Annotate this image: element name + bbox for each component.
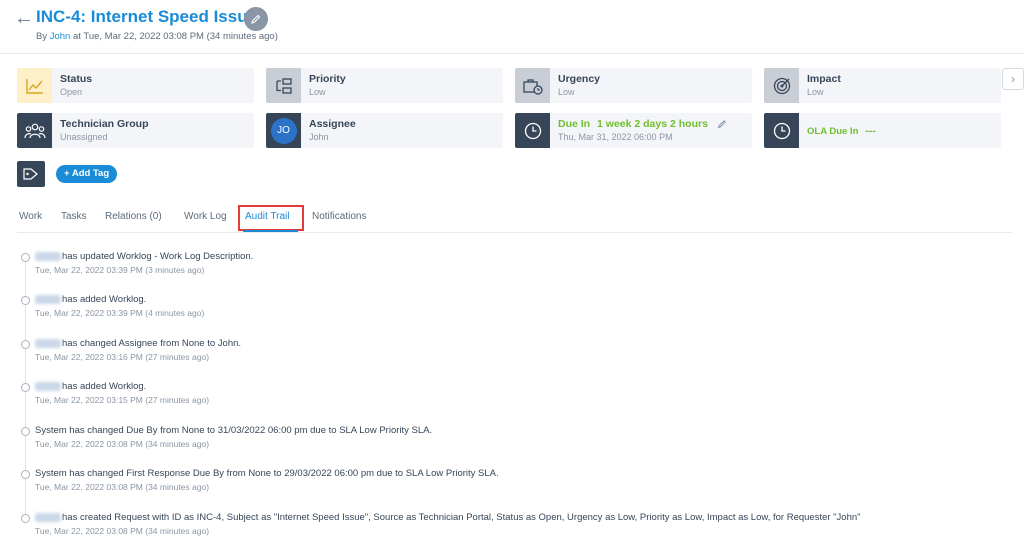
- impact-value: Low: [807, 87, 824, 97]
- due-card[interactable]: Due In 1 week 2 days 2 hours Thu, Mar 31…: [515, 113, 752, 148]
- add-tag-button[interactable]: + Add Tag: [56, 165, 118, 183]
- priority-card[interactable]: Priority Low: [266, 68, 503, 103]
- active-tab-underline: [243, 230, 298, 232]
- clock-icon: [764, 113, 799, 148]
- urgency-label: Urgency: [558, 73, 601, 85]
- audit-text: has added Worklog.: [62, 381, 147, 392]
- urgency-value: Low: [558, 87, 575, 97]
- ola-value: ---: [865, 125, 876, 137]
- tag-icon[interactable]: [17, 161, 45, 187]
- priority-value: Low: [309, 87, 326, 97]
- audit-text: has created Request with ID as INC-4, Su…: [62, 512, 861, 523]
- ola-label: OLA Due In: [807, 126, 859, 137]
- ola-card[interactable]: OLA Due In ---: [764, 113, 1001, 148]
- timeline-dot: [21, 383, 30, 392]
- tab-work-log[interactable]: Work Log: [184, 211, 227, 222]
- list-item: has added Worklog. Tue, Mar 22, 2022 03:…: [21, 381, 1001, 417]
- audit-text: System has changed Due By from None to 3…: [35, 425, 433, 436]
- briefcase-clock-icon: [515, 68, 550, 103]
- impact-label: Impact: [807, 73, 841, 85]
- audit-text: has updated Worklog - Work Log Descripti…: [62, 251, 254, 262]
- priority-label: Priority: [309, 73, 346, 85]
- timeline-dot: [21, 340, 30, 349]
- priority-icon: [266, 68, 301, 103]
- list-item: System has changed Due By from None to 3…: [21, 425, 1001, 461]
- technician-group-value: Unassigned: [60, 132, 108, 142]
- edit-title-button[interactable]: [244, 7, 268, 31]
- assignee-card[interactable]: JO Assignee John: [266, 113, 503, 148]
- clock-icon: [515, 113, 550, 148]
- pencil-icon: [251, 14, 261, 24]
- audit-text: has changed Assignee from None to John.: [62, 338, 242, 349]
- page-title: INC-4: Internet Speed Issue: [36, 7, 258, 26]
- blurred-user: [35, 294, 61, 304]
- due-label: Due In: [558, 118, 591, 130]
- timeline-dot: [21, 296, 30, 305]
- list-item: System has changed First Response Due By…: [21, 468, 1001, 504]
- avatar-box: JO: [266, 113, 301, 148]
- audit-time: Tue, Mar 22, 2022 03:39 PM (4 minutes ag…: [35, 308, 205, 318]
- urgency-card[interactable]: Urgency Low: [515, 68, 752, 103]
- target-icon: [764, 68, 799, 103]
- list-item: has added Worklog. Tue, Mar 22, 2022 03:…: [21, 294, 1001, 330]
- requester-link[interactable]: John: [50, 31, 71, 42]
- list-item: has created Request with ID as INC-4, Su…: [21, 512, 1001, 548]
- tab-notifications[interactable]: Notifications: [312, 211, 366, 222]
- assignee-label: Assignee: [309, 118, 356, 130]
- pencil-icon[interactable]: [717, 119, 727, 129]
- active-tab-highlight: [238, 205, 304, 231]
- tab-bar: Work Tasks Relations (0) Work Log Audit …: [17, 205, 1012, 233]
- audit-time: Tue, Mar 22, 2022 03:15 PM (27 minutes a…: [35, 395, 210, 405]
- chevron-right-icon[interactable]: ›: [1002, 68, 1024, 90]
- audit-text: System has changed First Response Due By…: [35, 468, 499, 479]
- arrow-left-icon[interactable]: ←: [14, 8, 34, 28]
- audit-time: Tue, Mar 22, 2022 03:16 PM (27 minutes a…: [35, 352, 210, 362]
- technician-group-card[interactable]: Technician Group Unassigned: [17, 113, 254, 148]
- audit-time: Tue, Mar 22, 2022 03:08 PM (34 minutes a…: [35, 439, 210, 449]
- avatar: JO: [270, 117, 297, 144]
- due-value: 1 week 2 days 2 hours: [597, 118, 708, 130]
- timeline-dot: [21, 427, 30, 436]
- blurred-user: [35, 512, 61, 522]
- tab-work[interactable]: Work: [19, 211, 42, 222]
- list-item: has changed Assignee from None to John. …: [21, 338, 1001, 374]
- users-icon: [17, 113, 52, 148]
- blurred-user: [35, 381, 61, 391]
- status-label: Status: [60, 73, 93, 85]
- page-header: ← INC-4: Internet Speed Issue By John at…: [0, 0, 1024, 54]
- blurred-user: [35, 338, 61, 348]
- status-value: Open: [60, 87, 83, 97]
- tab-tasks[interactable]: Tasks: [61, 211, 87, 222]
- assignee-value: John: [309, 132, 329, 142]
- audit-time: Tue, Mar 22, 2022 03:08 PM (34 minutes a…: [35, 482, 210, 492]
- technician-group-label: Technician Group: [60, 118, 149, 130]
- audit-text: has added Worklog.: [62, 294, 147, 305]
- impact-card[interactable]: Impact Low: [764, 68, 1001, 103]
- timeline-dot: [21, 253, 30, 262]
- request-meta: By John at Tue, Mar 22, 2022 03:08 PM (3…: [36, 31, 278, 42]
- status-card[interactable]: Status Open: [17, 68, 254, 103]
- audit-time: Tue, Mar 22, 2022 03:08 PM (34 minutes a…: [35, 526, 210, 536]
- due-date-value: Thu, Mar 31, 2022 06:00 PM: [558, 132, 673, 142]
- tab-relations[interactable]: Relations (0): [105, 211, 162, 222]
- timeline-dot: [21, 470, 30, 479]
- list-item: has updated Worklog - Work Log Descripti…: [21, 251, 1001, 287]
- chart-icon: [17, 68, 52, 103]
- timeline-dot: [21, 514, 30, 523]
- audit-time: Tue, Mar 22, 2022 03:39 PM (3 minutes ag…: [35, 265, 205, 275]
- blurred-user: [35, 251, 61, 261]
